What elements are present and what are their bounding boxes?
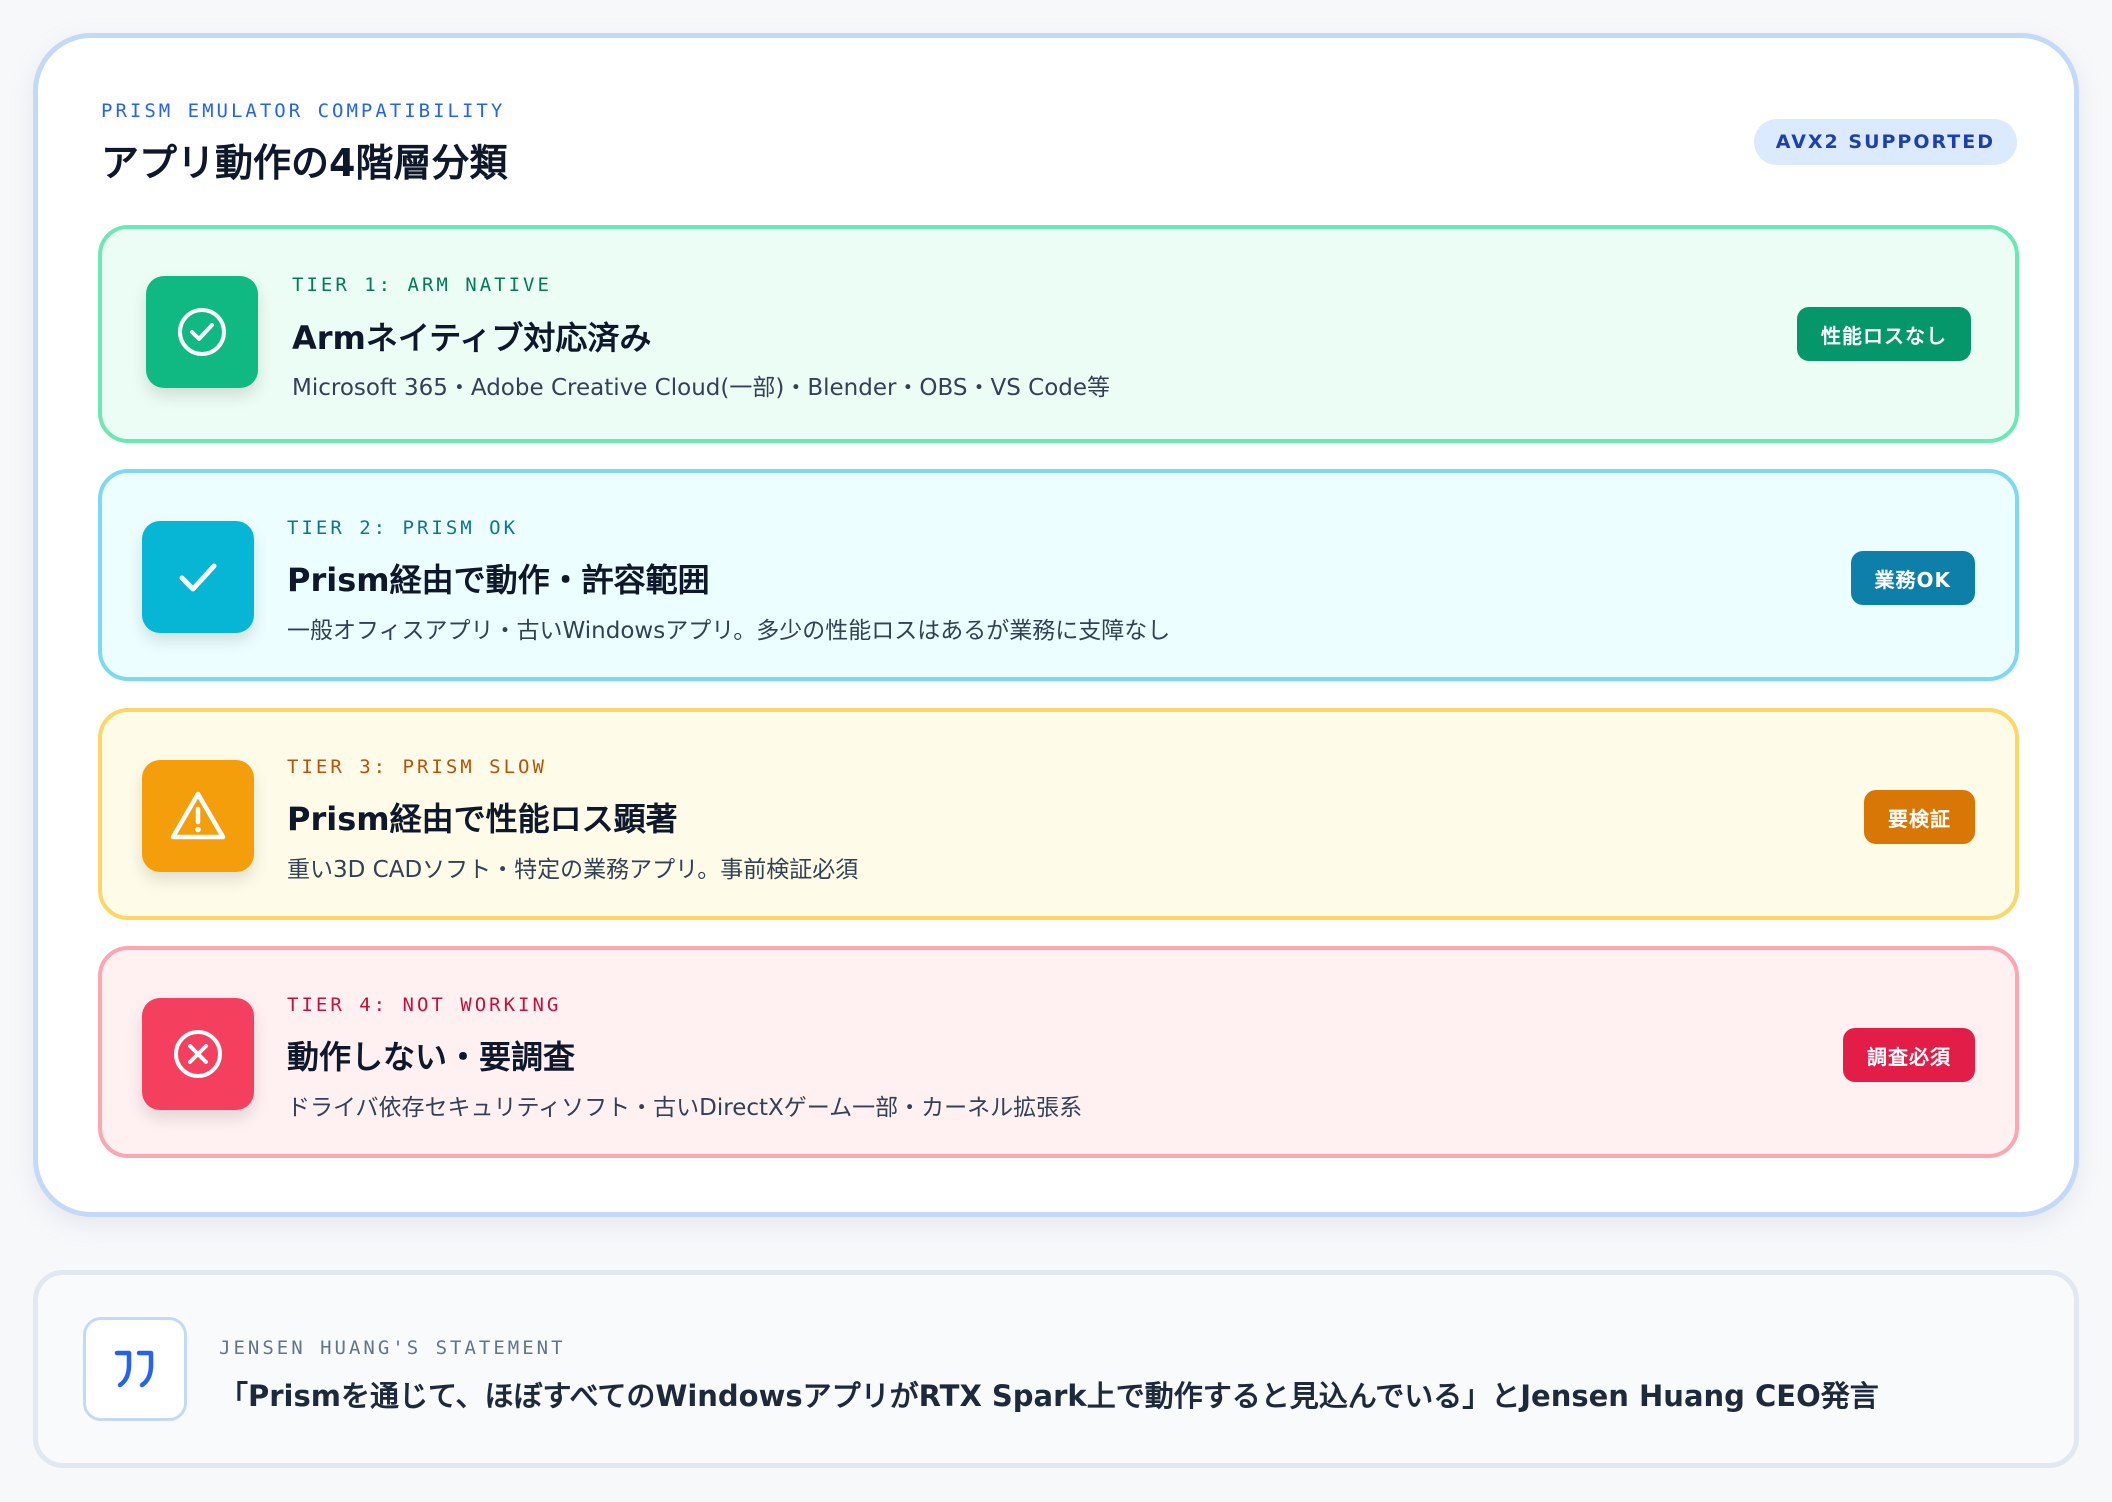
warning-icon: [142, 760, 254, 872]
tier-status-badge: 調査必須: [1843, 1028, 1975, 1082]
statement-card: JENSEN HUANG'S STATEMENT 「Prismを通じて、ほぼすべ…: [33, 1270, 2079, 1468]
x-circle-icon: [142, 998, 254, 1110]
tier-title: Prism経由で動作・許容範囲: [287, 561, 710, 599]
statement-text: 「Prismを通じて、ほぼすべてのWindowsアプリがRTX Spark上で動…: [219, 1379, 1879, 1413]
tier-status-badge: 要検証: [1864, 790, 1975, 844]
tier-label: TIER 2: PRISM OK: [287, 517, 519, 539]
compatibility-card: PRISM EMULATOR COMPATIBILITY アプリ動作の4階層分類…: [33, 33, 2079, 1217]
tier-title: Prism経由で性能ロス顕著: [287, 800, 678, 838]
tier-label: TIER 4: NOT WORKING: [287, 994, 562, 1016]
check-icon: [142, 521, 254, 633]
tier-description: ドライバ依存セキュリティソフト・古いDirectXゲーム一部・カーネル拡張系: [287, 1095, 1083, 1121]
tier-description: 一般オフィスアプリ・古いWindowsアプリ。多少の性能ロスはあるが業務に支障な…: [287, 618, 1171, 644]
quote-icon: [83, 1317, 187, 1421]
tier-2-card: TIER 2: PRISM OK Prism経由で動作・許容範囲 一般オフィスア…: [98, 469, 2019, 681]
avx2-badge: AVX2 SUPPORTED: [1753, 119, 2017, 165]
tier-title: 動作しない・要調査: [287, 1038, 576, 1076]
eyebrow-label: PRISM EMULATOR COMPATIBILITY: [101, 100, 506, 122]
tier-4-card: TIER 4: NOT WORKING 動作しない・要調査 ドライバ依存セキュリ…: [98, 946, 2019, 1158]
tier-status-badge: 性能ロスなし: [1797, 307, 1971, 361]
page-title: アプリ動作の4階層分類: [101, 141, 508, 185]
tier-description: Microsoft 365・Adobe Creative Cloud(一部)・B…: [292, 375, 1111, 401]
tier-label: TIER 3: PRISM SLOW: [287, 756, 547, 778]
tier-3-card: TIER 3: PRISM SLOW Prism経由で性能ロス顕著 重い3D C…: [98, 708, 2019, 920]
tier-title: Armネイティブ対応済み: [292, 319, 652, 357]
tier-status-badge: 業務OK: [1850, 551, 1975, 605]
statement-label: JENSEN HUANG'S STATEMENT: [219, 1337, 566, 1359]
tier-label: TIER 1: ARM NATIVE: [292, 274, 552, 296]
tier-description: 重い3D CADソフト・特定の業務アプリ。事前検証必須: [287, 857, 859, 883]
check-circle-icon: [146, 276, 258, 388]
tier-1-card: TIER 1: ARM NATIVE Armネイティブ対応済み Microsof…: [98, 225, 2019, 443]
